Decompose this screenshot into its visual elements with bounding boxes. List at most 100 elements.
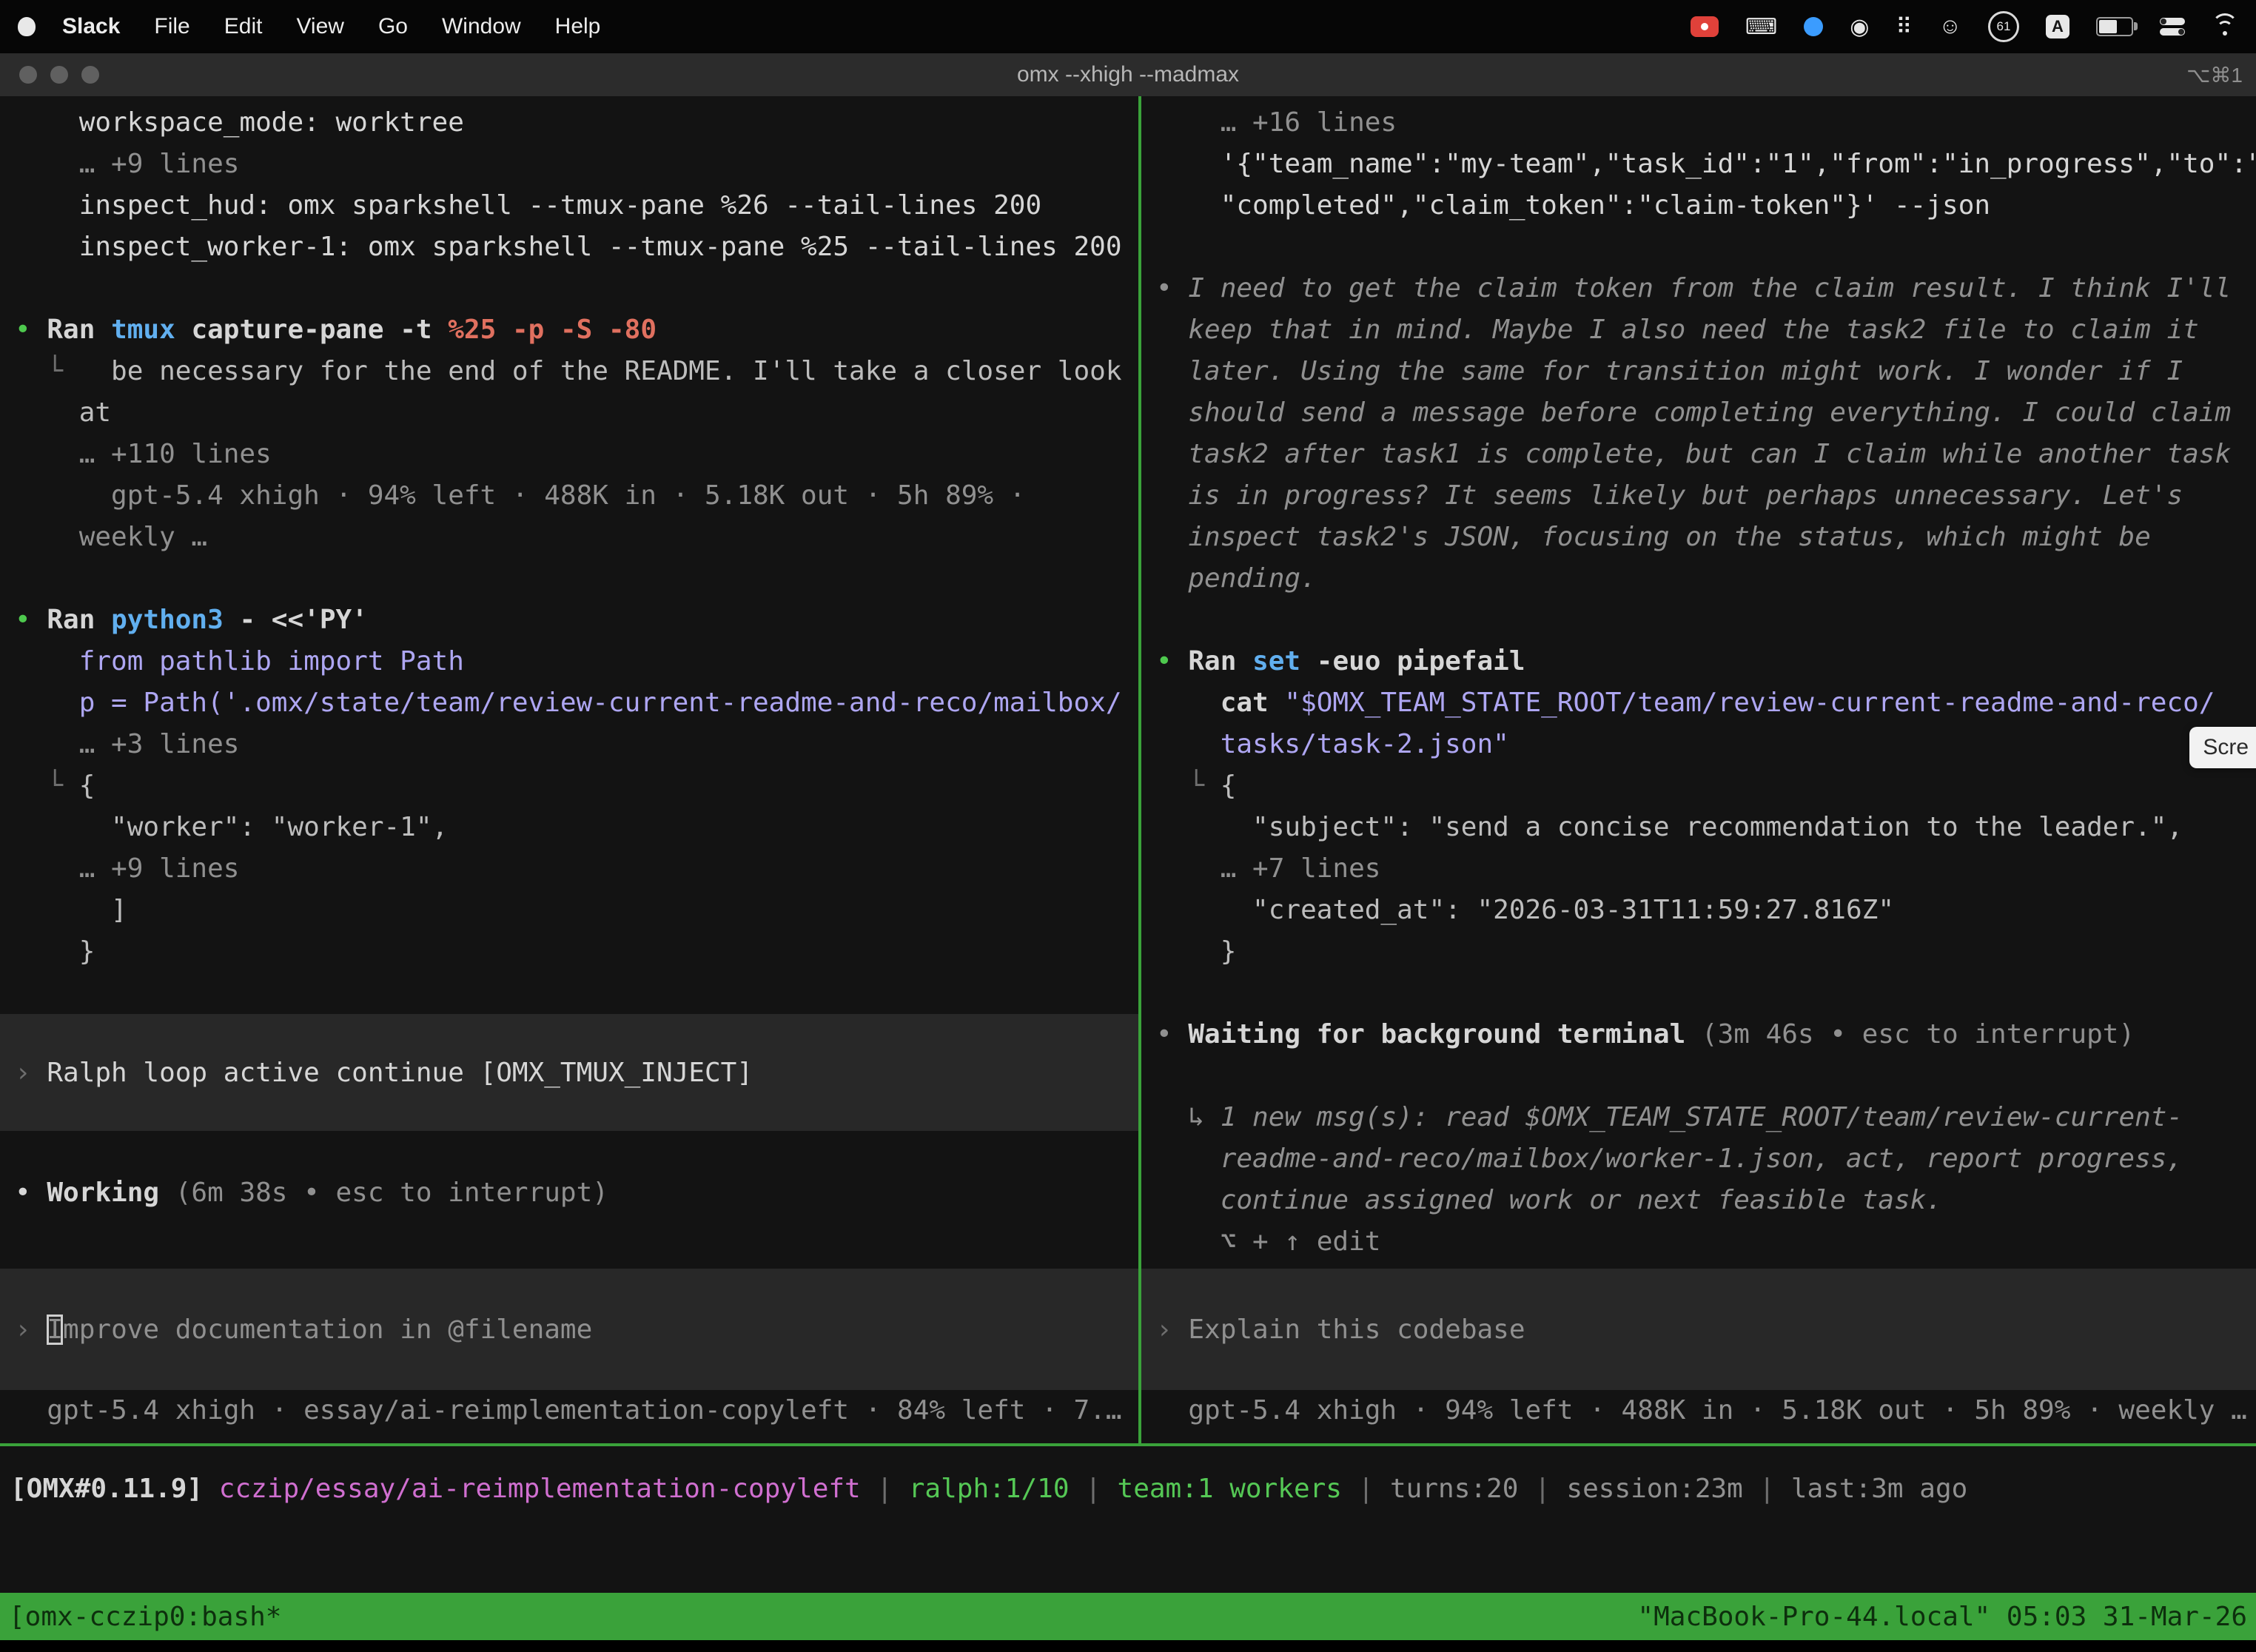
close-button[interactable] xyxy=(19,66,37,84)
text-segment: gpt-5.4 xhigh · essay/ai-reimplementatio… xyxy=(15,1395,1122,1426)
circle-app-icon[interactable]: ◉ xyxy=(1850,14,1869,40)
pane-right-lines: … +16 lines '{"team_name":"my-team","tas… xyxy=(1156,102,2256,1263)
terminal-line: … +9 lines xyxy=(15,144,1138,185)
loop-banner[interactable]: › Ralph loop active continue [OMX_TMUX_I… xyxy=(0,1014,1138,1131)
text-segment: … +3 lines xyxy=(15,729,239,759)
terminal-line: … +7 lines xyxy=(1156,848,2256,890)
screen-overlay-tooltip: Scre xyxy=(2189,727,2256,768)
minimize-button[interactable] xyxy=(50,66,68,84)
text-segment: 1 new msg(s): read $OMX_TEAM_STATE_ROOT/… xyxy=(1221,1102,2183,1132)
terminal-line: workspace_mode: worktree xyxy=(15,102,1138,144)
menu-item-view[interactable]: View xyxy=(296,14,343,39)
terminal-line: } xyxy=(1156,931,2256,973)
keyboard-icon[interactable]: ⌨ xyxy=(1745,14,1777,40)
bottom-gap xyxy=(0,1640,2256,1652)
zoom-button[interactable] xyxy=(81,66,99,84)
control-center-icon[interactable] xyxy=(2160,18,2185,36)
text-segment: %25 xyxy=(448,315,512,345)
terminal-line xyxy=(15,1131,1138,1172)
terminal-line: from pathlib import Path xyxy=(15,641,1138,682)
text-segment: inspect_worker-1: omx sparkshell --tmux-… xyxy=(15,232,1122,262)
text-segment: Waiting for background terminal xyxy=(1188,1019,1702,1050)
text-segment: └ xyxy=(15,356,111,386)
text-segment: python3 xyxy=(111,605,239,635)
text-segment: workspace_mode: worktree xyxy=(15,107,464,138)
omx-hud: [OMX#0.11.9] cczip/essay/ai-reimplementa… xyxy=(0,1446,2256,1593)
screen-recording-icon[interactable] xyxy=(1691,16,1719,37)
menu-item-help[interactable]: Help xyxy=(555,14,601,39)
text-segment: | xyxy=(1743,1474,1791,1504)
terminal-line: "subject": "send a concise recommendatio… xyxy=(1156,807,2256,848)
text-segment: (6m 38s • esc to interrupt) xyxy=(175,1178,608,1208)
text-segment: [OMX#0.11.9] xyxy=(10,1474,219,1504)
battery-icon[interactable] xyxy=(2096,17,2133,36)
apple-menu-icon[interactable] xyxy=(18,17,36,36)
terminal-line: • I need to get the claim token from the… xyxy=(1156,268,2256,309)
ghost-app-icon[interactable]: ☺ xyxy=(1938,14,1961,39)
text-segment: { xyxy=(79,770,95,801)
text-segment: … +7 lines xyxy=(1156,853,1380,884)
terminal-line: … +110 lines xyxy=(15,434,1138,475)
text-segment: › xyxy=(15,1058,47,1088)
terminal-line xyxy=(1156,226,2256,268)
menu-item-go[interactable]: Go xyxy=(378,14,408,39)
menu-item-window[interactable]: Window xyxy=(442,14,521,39)
text-segment: tmux xyxy=(111,315,191,345)
terminal-line xyxy=(1156,600,2256,641)
text-segment: • xyxy=(15,315,47,345)
app-grid-icon[interactable]: ⠿ xyxy=(1896,14,1912,40)
text-segment: session:23m xyxy=(1566,1474,1742,1504)
prompt-input-left[interactable]: › Improve documentation in @filename xyxy=(0,1269,1138,1390)
text-segment: at xyxy=(15,397,111,428)
droplet-icon[interactable] xyxy=(1804,17,1823,36)
terminal-line: } xyxy=(15,931,1138,973)
terminal-line xyxy=(1156,1055,2256,1097)
terminal-line: ⌥ + ↑ edit xyxy=(1156,1221,2256,1263)
text-segment: turns:20 xyxy=(1390,1474,1518,1504)
text-segment: "worker": "worker-1", xyxy=(15,812,448,842)
terminal-line: at xyxy=(15,392,1138,434)
input-source-icon[interactable]: A xyxy=(2046,15,2069,38)
battery-gauge-icon[interactable]: 61 xyxy=(1988,11,2019,42)
window-shortcut: ⌥⌘1 xyxy=(2186,63,2243,87)
text-segment: › xyxy=(15,1314,47,1345)
text-segment: gpt-5.4 xhigh · 94% left · 488K in · 5.1… xyxy=(15,480,1025,511)
text-segment: … +9 lines xyxy=(15,149,239,179)
terminal-line: later. Using the same for transition mig… xyxy=(1156,351,2256,392)
text-segment: "$OMX_TEAM_STATE_ROOT/team/review-curren… xyxy=(1284,688,2215,718)
text-segment: • xyxy=(15,1178,47,1208)
terminal-line: • Waiting for background terminal (3m 46… xyxy=(1156,1014,2256,1055)
text-segment: Ralph loop active continue [OMX_TMUX_INJ… xyxy=(47,1058,753,1088)
menu-item-file[interactable]: File xyxy=(154,14,189,39)
terminal-line: … +9 lines xyxy=(15,848,1138,890)
text-segment: I need to get the claim token from the c… xyxy=(1188,273,2231,303)
terminal-line: └ be necessary for the end of the README… xyxy=(15,351,1138,392)
text-segment: Working xyxy=(47,1178,175,1208)
text-segment: "completed","claim_token":"claim-token"}… xyxy=(1156,190,1990,221)
text-segment: p = Path('.omx/state/team/review-current… xyxy=(15,688,1122,718)
terminal-line: └ { xyxy=(1156,765,2256,807)
text-segment: } xyxy=(15,936,95,967)
text-segment: set xyxy=(1252,646,1317,676)
wifi-icon[interactable] xyxy=(2212,16,2238,37)
terminal-pane-right[interactable]: … +16 lines '{"team_name":"my-team","tas… xyxy=(1141,96,2256,1443)
text-segment: I xyxy=(47,1314,63,1345)
menu-status-icons: ⌨ ◉ ⠿ ☺ 61 A xyxy=(1691,11,2238,42)
prompt-input-right[interactable]: › Explain this codebase xyxy=(1141,1269,2256,1390)
text-segment: (3m 46s • esc to interrupt) xyxy=(1702,1019,2135,1050)
text-segment: › xyxy=(1156,1314,1188,1345)
terminal-line xyxy=(15,973,1138,1014)
text-segment: readme-and-reco/mailbox/worker-1.json, a… xyxy=(1156,1144,2183,1174)
text-segment: keep that in mind. Maybe I also need the… xyxy=(1156,315,2199,345)
menu-item-edit[interactable]: Edit xyxy=(224,14,263,39)
text-segment: "created_at": "2026-03-31T11:59:27.816Z" xyxy=(1156,895,1894,925)
terminal-pane-left[interactable]: workspace_mode: worktree … +9 lines insp… xyxy=(0,96,1138,1443)
text-segment: | xyxy=(861,1474,909,1504)
text-segment: ⌥ + ↑ edit xyxy=(1156,1226,1380,1257)
app-menu-name[interactable]: Slack xyxy=(62,14,120,39)
text-segment: task2 after task1 is complete, but can I… xyxy=(1156,439,2231,469)
terminal-line: └ { xyxy=(15,765,1138,807)
terminal-line: • Ran python3 - <<'PY' xyxy=(15,600,1138,641)
text-segment: • xyxy=(1156,646,1188,676)
text-segment: Explain this codebase xyxy=(1188,1314,1525,1345)
